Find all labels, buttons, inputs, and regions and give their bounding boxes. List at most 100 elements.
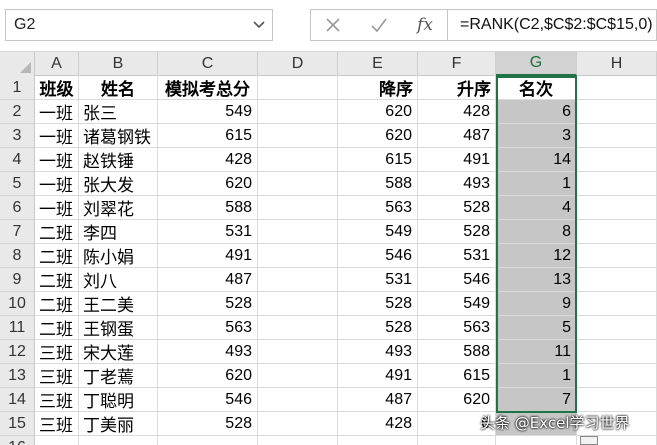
cell-h6[interactable] — [577, 196, 657, 220]
cell-b13[interactable]: 丁老蔫 — [79, 364, 158, 388]
cell-b15[interactable]: 丁美丽 — [79, 412, 158, 436]
cell-f8[interactable]: 531 — [418, 244, 496, 268]
row-header-13[interactable]: 13 — [0, 364, 35, 388]
column-header-d[interactable]: D — [258, 52, 338, 76]
cell-h3[interactable] — [577, 124, 657, 148]
cell-e15[interactable]: 428 — [338, 412, 418, 436]
cell-g6[interactable]: 4 — [496, 196, 577, 220]
row-header-9[interactable]: 9 — [0, 268, 35, 292]
column-header-b[interactable]: B — [79, 52, 158, 76]
column-header-g[interactable]: G — [496, 52, 577, 76]
cell-d14[interactable] — [258, 388, 338, 412]
cell-b12[interactable]: 宋大莲 — [79, 340, 158, 364]
cell-f9[interactable]: 546 — [418, 268, 496, 292]
cell-e3[interactable]: 620 — [338, 124, 418, 148]
cell-h4[interactable] — [577, 148, 657, 172]
cell-a14[interactable]: 三班 — [35, 388, 79, 412]
cell-h13[interactable] — [577, 364, 657, 388]
cell-h5[interactable] — [577, 172, 657, 196]
cell-g14[interactable]: 7 — [496, 388, 577, 412]
cell-g10[interactable]: 9 — [496, 292, 577, 316]
cell-c10[interactable]: 528 — [158, 292, 258, 316]
cell-b10[interactable]: 王二美 — [79, 292, 158, 316]
cell-d13[interactable] — [258, 364, 338, 388]
cell-g8[interactable]: 12 — [496, 244, 577, 268]
cell-a13[interactable]: 三班 — [35, 364, 79, 388]
cell-b14[interactable]: 丁聪明 — [79, 388, 158, 412]
cell-c8[interactable]: 491 — [158, 244, 258, 268]
cell-g11[interactable]: 5 — [496, 316, 577, 340]
cell-c16[interactable] — [158, 436, 258, 445]
cell-a2[interactable]: 一班 — [35, 100, 79, 124]
checkmark-icon[interactable] — [359, 10, 399, 40]
row-header-15[interactable]: 15 — [0, 412, 35, 436]
cell-a1[interactable]: 班级 — [35, 76, 79, 100]
row-header-14[interactable]: 14 — [0, 388, 35, 412]
quick-analysis-icon[interactable] — [580, 436, 598, 445]
cell-a3[interactable]: 一班 — [35, 124, 79, 148]
cell-e13[interactable]: 491 — [338, 364, 418, 388]
row-header-8[interactable]: 8 — [0, 244, 35, 268]
cell-b9[interactable]: 刘八 — [79, 268, 158, 292]
row-header-16[interactable]: 16 — [0, 436, 35, 445]
column-header-h[interactable]: H — [577, 52, 657, 76]
cell-g4[interactable]: 14 — [496, 148, 577, 172]
cell-c3[interactable]: 615 — [158, 124, 258, 148]
cell-e4[interactable]: 615 — [338, 148, 418, 172]
name-box[interactable]: G2 — [5, 9, 273, 41]
cell-b5[interactable]: 张大发 — [79, 172, 158, 196]
cell-b6[interactable]: 刘翠花 — [79, 196, 158, 220]
cell-a12[interactable]: 三班 — [35, 340, 79, 364]
cell-c5[interactable]: 620 — [158, 172, 258, 196]
cell-d7[interactable] — [258, 220, 338, 244]
row-header-5[interactable]: 5 — [0, 172, 35, 196]
fx-icon[interactable]: fx — [405, 10, 445, 40]
cell-g5[interactable]: 1 — [496, 172, 577, 196]
cell-f12[interactable]: 588 — [418, 340, 496, 364]
cell-d8[interactable] — [258, 244, 338, 268]
cell-d5[interactable] — [258, 172, 338, 196]
cell-d10[interactable] — [258, 292, 338, 316]
cell-c7[interactable]: 531 — [158, 220, 258, 244]
cell-g9[interactable]: 13 — [496, 268, 577, 292]
cell-f10[interactable]: 549 — [418, 292, 496, 316]
cell-a16[interactable] — [35, 436, 79, 445]
column-header-c[interactable]: C — [158, 52, 258, 76]
cell-c9[interactable]: 487 — [158, 268, 258, 292]
cell-d9[interactable] — [258, 268, 338, 292]
cell-e7[interactable]: 549 — [338, 220, 418, 244]
row-header-10[interactable]: 10 — [0, 292, 35, 316]
row-header-11[interactable]: 11 — [0, 316, 35, 340]
cell-d12[interactable] — [258, 340, 338, 364]
cell-c6[interactable]: 588 — [158, 196, 258, 220]
cell-b16[interactable] — [79, 436, 158, 445]
cell-c14[interactable]: 546 — [158, 388, 258, 412]
cell-h9[interactable] — [577, 268, 657, 292]
cell-h7[interactable] — [577, 220, 657, 244]
cell-h10[interactable] — [577, 292, 657, 316]
cell-c4[interactable]: 428 — [158, 148, 258, 172]
cell-c11[interactable]: 563 — [158, 316, 258, 340]
cell-a8[interactable]: 二班 — [35, 244, 79, 268]
cell-b2[interactable]: 张三 — [79, 100, 158, 124]
row-header-1[interactable]: 1 — [0, 76, 35, 100]
cell-f3[interactable]: 487 — [418, 124, 496, 148]
cell-a6[interactable]: 一班 — [35, 196, 79, 220]
cell-d6[interactable] — [258, 196, 338, 220]
cell-e5[interactable]: 588 — [338, 172, 418, 196]
cell-d16[interactable] — [258, 436, 338, 445]
cell-d11[interactable] — [258, 316, 338, 340]
cell-b11[interactable]: 王钢蛋 — [79, 316, 158, 340]
cell-a10[interactable]: 二班 — [35, 292, 79, 316]
cell-f11[interactable]: 563 — [418, 316, 496, 340]
cell-h12[interactable] — [577, 340, 657, 364]
cell-g7[interactable]: 8 — [496, 220, 577, 244]
cell-a15[interactable]: 三班 — [35, 412, 79, 436]
cell-a4[interactable]: 一班 — [35, 148, 79, 172]
cell-d2[interactable] — [258, 100, 338, 124]
cell-b8[interactable]: 陈小娟 — [79, 244, 158, 268]
cell-e12[interactable]: 493 — [338, 340, 418, 364]
cell-g2[interactable]: 6 — [496, 100, 577, 124]
cell-h11[interactable] — [577, 316, 657, 340]
cell-e14[interactable]: 487 — [338, 388, 418, 412]
